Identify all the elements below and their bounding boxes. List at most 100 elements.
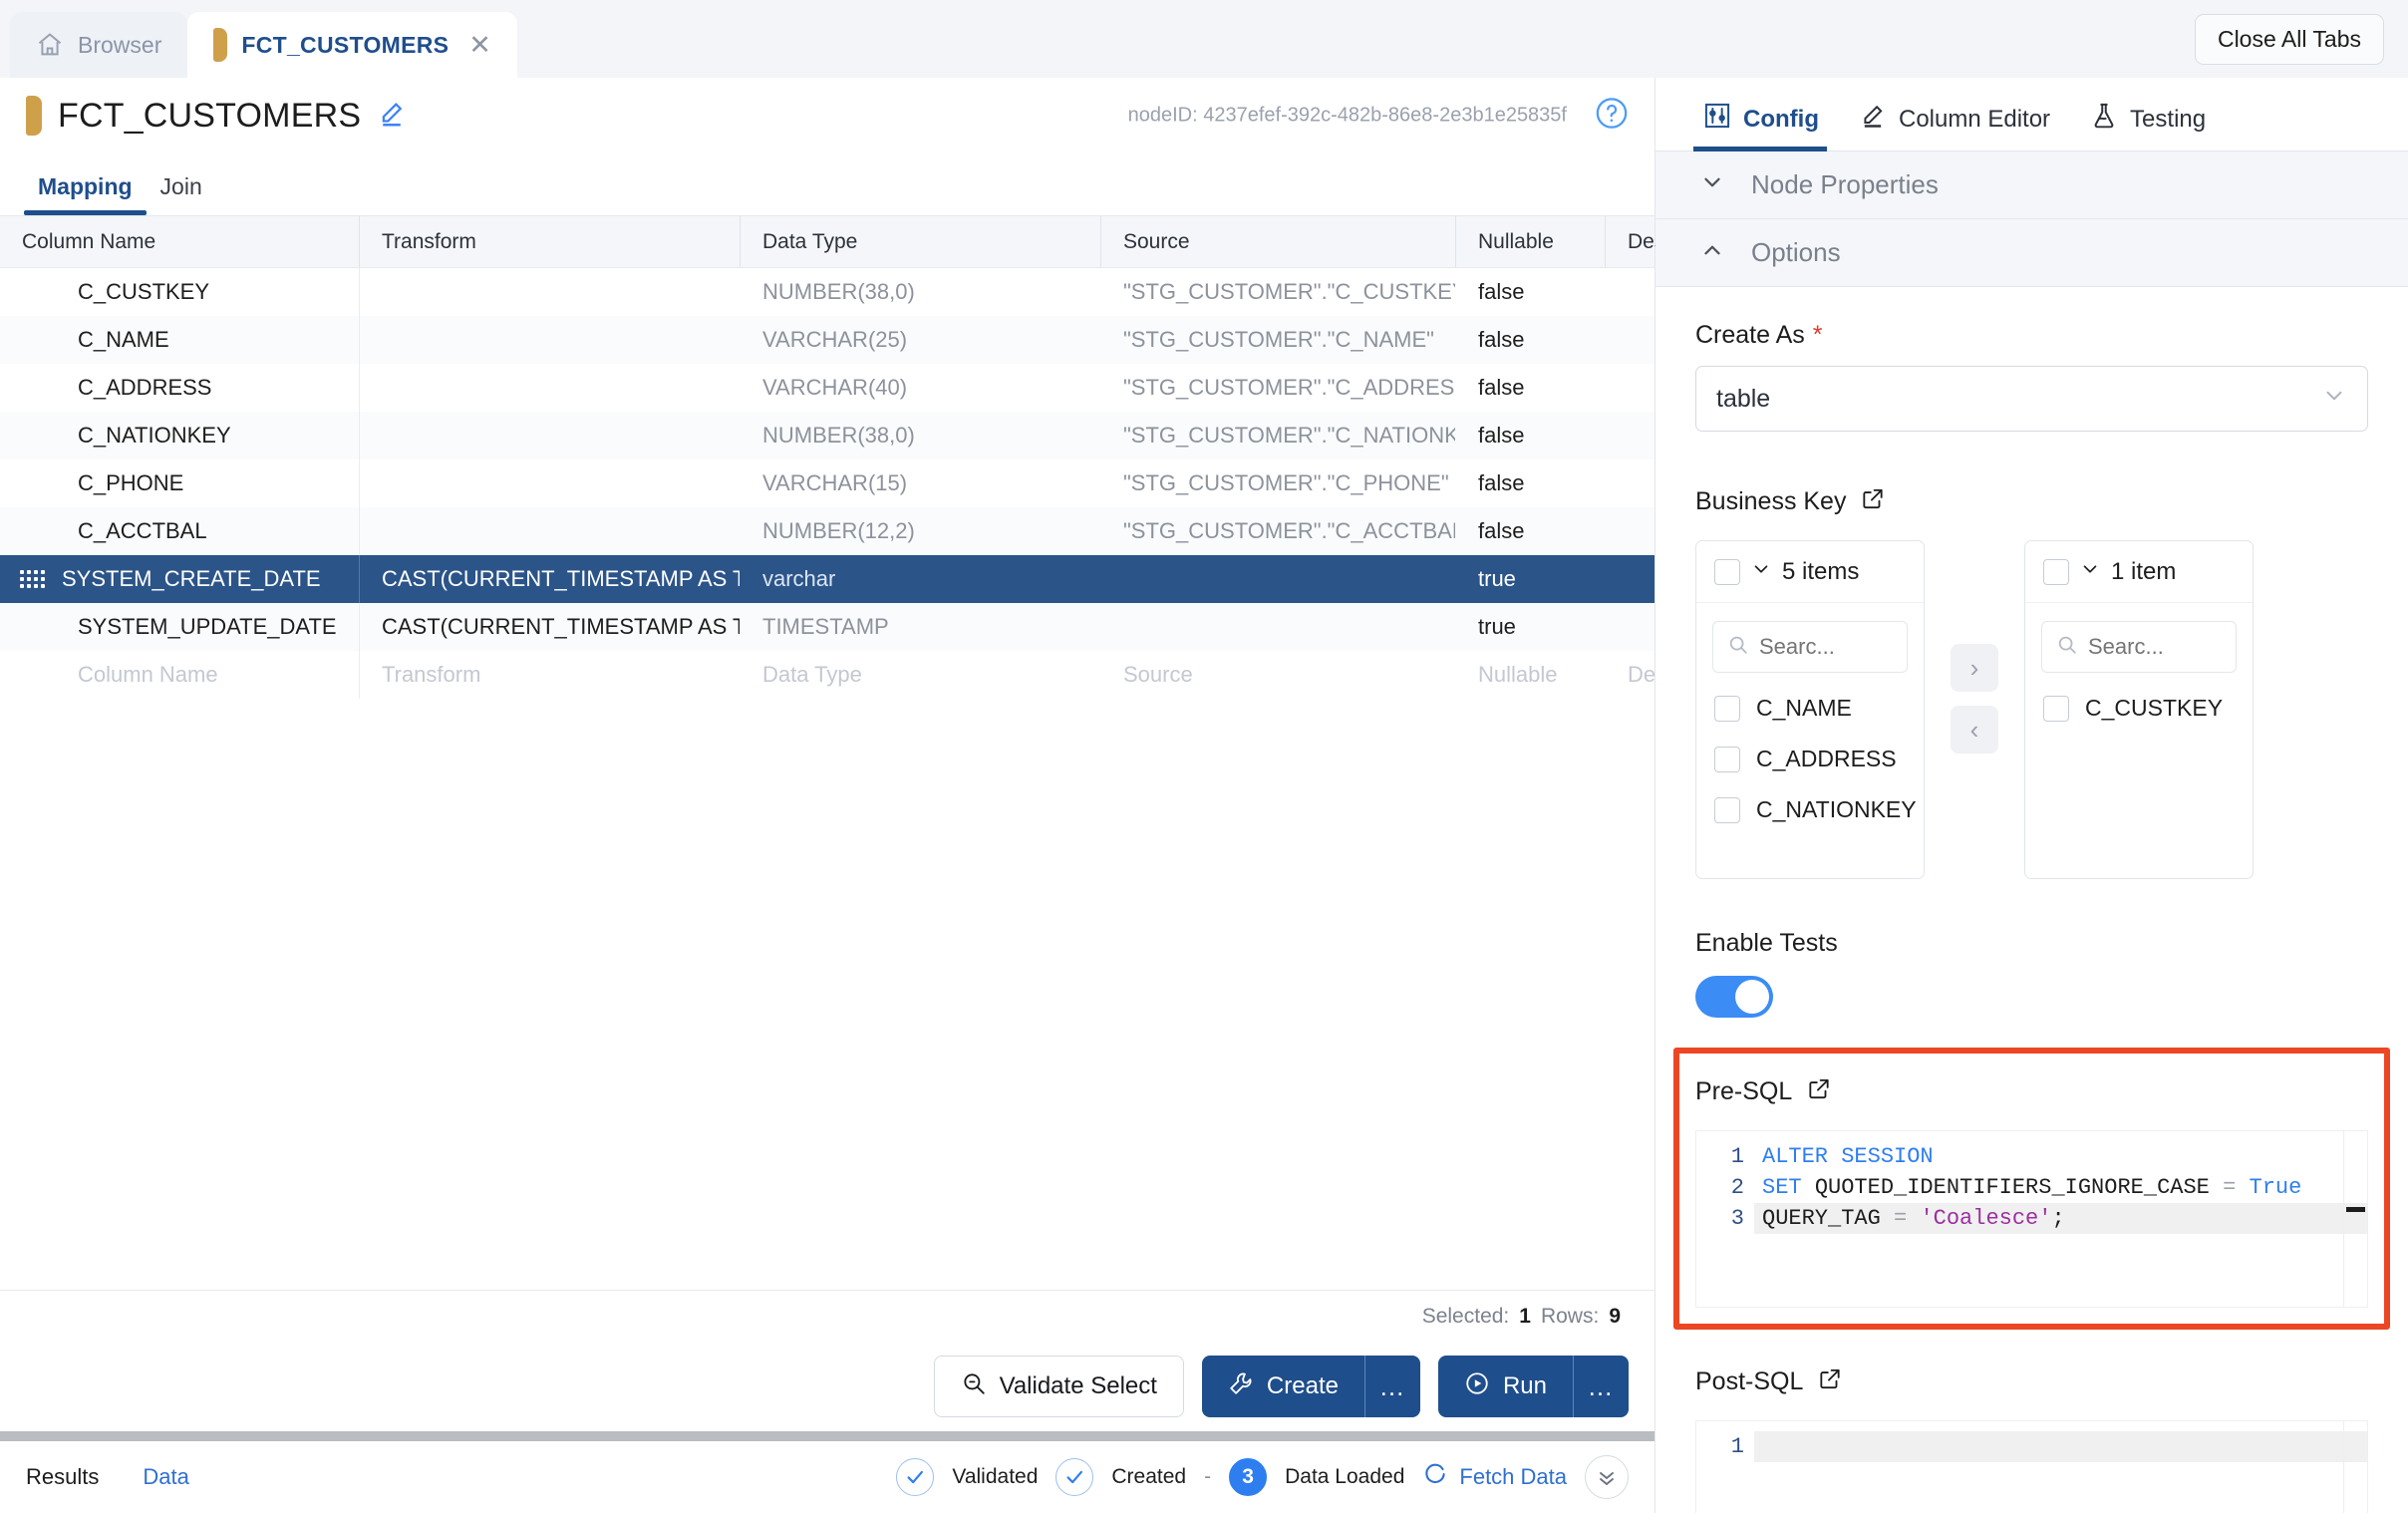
cell-transform[interactable] (359, 507, 740, 555)
table-row[interactable]: C_ADDRESS VARCHAR(40) "STG_CUSTOMER"."C_AD… (0, 364, 1655, 412)
post-sql-scrollbar[interactable] (2343, 1421, 2367, 1513)
cell-transform[interactable]: CAST(CURRENT_TIMESTAMP AS TIM (359, 555, 740, 603)
selected-search-input[interactable] (2088, 634, 2222, 660)
tab-config[interactable]: Config (1685, 102, 1841, 151)
cell-nullable[interactable]: false (1455, 459, 1605, 507)
cell-transform[interactable] (359, 268, 740, 316)
move-left-button[interactable]: ‹ (1951, 706, 1998, 754)
close-icon[interactable]: ✕ (468, 31, 491, 59)
cell-placeholder-nullable[interactable]: Nullable (1455, 651, 1605, 699)
grid-header-nullable[interactable]: Nullable (1455, 216, 1605, 267)
cell-placeholder-column-name[interactable]: Column Name (0, 651, 359, 699)
code-line[interactable]: QUERY_TAG = 'Coalesce'; (1754, 1203, 2367, 1234)
drag-handle-icon[interactable] (20, 570, 46, 588)
cell-data-type[interactable]: NUMBER(38,0) (740, 268, 1100, 316)
cell-data-type[interactable]: NUMBER(38,0) (740, 412, 1100, 459)
cell-data-type[interactable]: TIMESTAMP (740, 603, 1100, 651)
chevron-down-icon[interactable] (1750, 558, 1772, 585)
cell-column-name[interactable]: C_NAME (0, 316, 359, 364)
cell-source[interactable]: "STG_CUSTOMER"."C_ACCTBAL" (1100, 507, 1455, 555)
available-item-checkbox[interactable] (1714, 796, 1740, 823)
grid-header-source[interactable]: Source (1100, 216, 1455, 267)
available-search-input[interactable] (1759, 634, 1893, 660)
select-all-selected-checkbox[interactable] (2043, 558, 2069, 585)
edit-name-icon[interactable] (377, 99, 407, 134)
cell-column-name[interactable]: C_ACCTBAL (0, 507, 359, 555)
tab-column-editor[interactable]: Column Editor (1841, 102, 2072, 151)
list-item[interactable]: C_ADDRESS (1696, 734, 1924, 784)
cell-desc[interactable] (1605, 316, 1655, 364)
cell-desc[interactable] (1605, 412, 1655, 459)
cell-desc[interactable] (1605, 364, 1655, 412)
post-sql-code[interactable] (1754, 1421, 2367, 1513)
cell-column-name[interactable]: SYSTEM_UPDATE_DATE (0, 603, 359, 651)
config-scroll-area[interactable]: Node Properties Options Create As * tabl… (1656, 151, 2408, 1513)
cell-desc[interactable] (1605, 603, 1655, 651)
grid-header-transform[interactable]: Transform (359, 216, 740, 267)
table-row-placeholder[interactable]: Column Name Transform Data Type Source Nulla… (0, 651, 1655, 699)
table-row[interactable]: SYSTEM_CREATE_DATE CAST(CURRENT_TIMESTAMP… (0, 555, 1655, 603)
run-button[interactable]: Run (1438, 1356, 1573, 1417)
cell-source[interactable]: "STG_CUSTOMER"."C_CUSTKEY" (1100, 268, 1455, 316)
table-row[interactable]: C_NAME VARCHAR(25) "STG_CUSTOMER"."C_NAME"… (0, 316, 1655, 364)
cell-transform[interactable] (359, 459, 740, 507)
results-tab[interactable]: Results (26, 1464, 99, 1490)
selected-search-box[interactable] (2041, 621, 2237, 673)
cell-column-name[interactable]: C_NATIONKEY (0, 412, 359, 459)
cell-source[interactable]: "STG_CUSTOMER"."C_NATIONKEY" (1100, 412, 1455, 459)
pre-sql-code[interactable]: ALTER SESSION SET QUOTED_IDENTIFIERS_IGNO… (1754, 1131, 2367, 1307)
tab-browser[interactable]: Browser (10, 12, 188, 78)
cell-source[interactable] (1100, 603, 1455, 651)
selected-item-checkbox[interactable] (2043, 695, 2069, 722)
cell-data-type[interactable]: VARCHAR(25) (740, 316, 1100, 364)
cell-transform[interactable] (359, 316, 740, 364)
table-row[interactable]: C_NATIONKEY NUMBER(38,0) "STG_CUSTOMER"."C… (0, 412, 1655, 459)
create-as-select[interactable]: table (1695, 366, 2368, 432)
cell-placeholder-data-type[interactable]: Data Type (740, 651, 1100, 699)
cell-data-type[interactable]: varchar (740, 555, 1100, 603)
create-button[interactable]: Create (1202, 1356, 1364, 1417)
table-row[interactable]: C_CUSTKEY NUMBER(38,0) "STG_CUSTOMER"."C_C… (0, 268, 1655, 316)
cell-column-name[interactable]: SYSTEM_CREATE_DATE (0, 555, 359, 603)
grid-header-description[interactable]: Des (1605, 216, 1664, 267)
table-row[interactable]: C_PHONE VARCHAR(15) "STG_CUSTOMER"."C_PHON… (0, 459, 1655, 507)
accordion-options[interactable]: Options (1656, 219, 2408, 287)
collapse-panel-button[interactable] (1585, 1455, 1629, 1499)
cell-source[interactable]: "STG_CUSTOMER"."C_NAME" (1100, 316, 1455, 364)
code-line[interactable] (1754, 1431, 2367, 1462)
cell-data-type[interactable]: NUMBER(12,2) (740, 507, 1100, 555)
list-item[interactable]: C_NAME (1696, 683, 1924, 734)
cell-column-name[interactable]: C_ADDRESS (0, 364, 359, 412)
available-item-checkbox[interactable] (1714, 695, 1740, 722)
cell-source[interactable] (1100, 555, 1455, 603)
enable-tests-toggle[interactable] (1695, 976, 1773, 1018)
code-line[interactable]: SET QUOTED_IDENTIFIERS_IGNORE_CASE = Tru… (1754, 1172, 2367, 1203)
select-all-available-checkbox[interactable] (1714, 558, 1740, 585)
table-row[interactable]: C_ACCTBAL NUMBER(12,2) "STG_CUSTOMER"."C_A… (0, 507, 1655, 555)
validate-select-button[interactable]: Validate Select (933, 1356, 1184, 1417)
list-item[interactable]: C_NATIONKEY (1696, 784, 1924, 835)
available-item-checkbox[interactable] (1714, 746, 1740, 772)
cell-source[interactable]: "STG_CUSTOMER"."C_PHONE" (1100, 459, 1455, 507)
cell-nullable[interactable]: false (1455, 412, 1605, 459)
cell-data-type[interactable]: VARCHAR(15) (740, 459, 1100, 507)
move-right-button[interactable]: › (1951, 644, 1998, 692)
cell-nullable[interactable]: false (1455, 364, 1605, 412)
table-row[interactable]: SYSTEM_UPDATE_DATE CAST(CURRENT_TIMESTAMP… (0, 603, 1655, 651)
pre-sql-editor[interactable]: 1 2 3 ALTER SESSION SET QUOTED_IDENTIFIERS_… (1695, 1130, 2368, 1308)
cell-transform[interactable]: CAST(CURRENT_TIMESTAMP AS TIM (359, 603, 740, 651)
available-search-box[interactable] (1712, 621, 1908, 673)
tab-fct-customers[interactable]: FCT_CUSTOMERS ✕ (187, 12, 518, 78)
cell-desc[interactable] (1605, 268, 1655, 316)
cell-nullable[interactable]: false (1455, 316, 1605, 364)
cell-nullable[interactable]: true (1455, 555, 1605, 603)
list-item[interactable]: C_CUSTKEY (2025, 683, 2253, 734)
cell-placeholder-desc[interactable]: De (1605, 651, 1655, 699)
cell-placeholder-source[interactable]: Source (1100, 651, 1455, 699)
external-link-icon[interactable] (1817, 1365, 1843, 1398)
tab-testing[interactable]: Testing (2072, 102, 2228, 151)
post-sql-editor[interactable]: 1 (1695, 1420, 2368, 1513)
cell-desc[interactable] (1605, 507, 1655, 555)
cell-column-name[interactable]: C_CUSTKEY (0, 268, 359, 316)
cell-transform[interactable] (359, 364, 740, 412)
